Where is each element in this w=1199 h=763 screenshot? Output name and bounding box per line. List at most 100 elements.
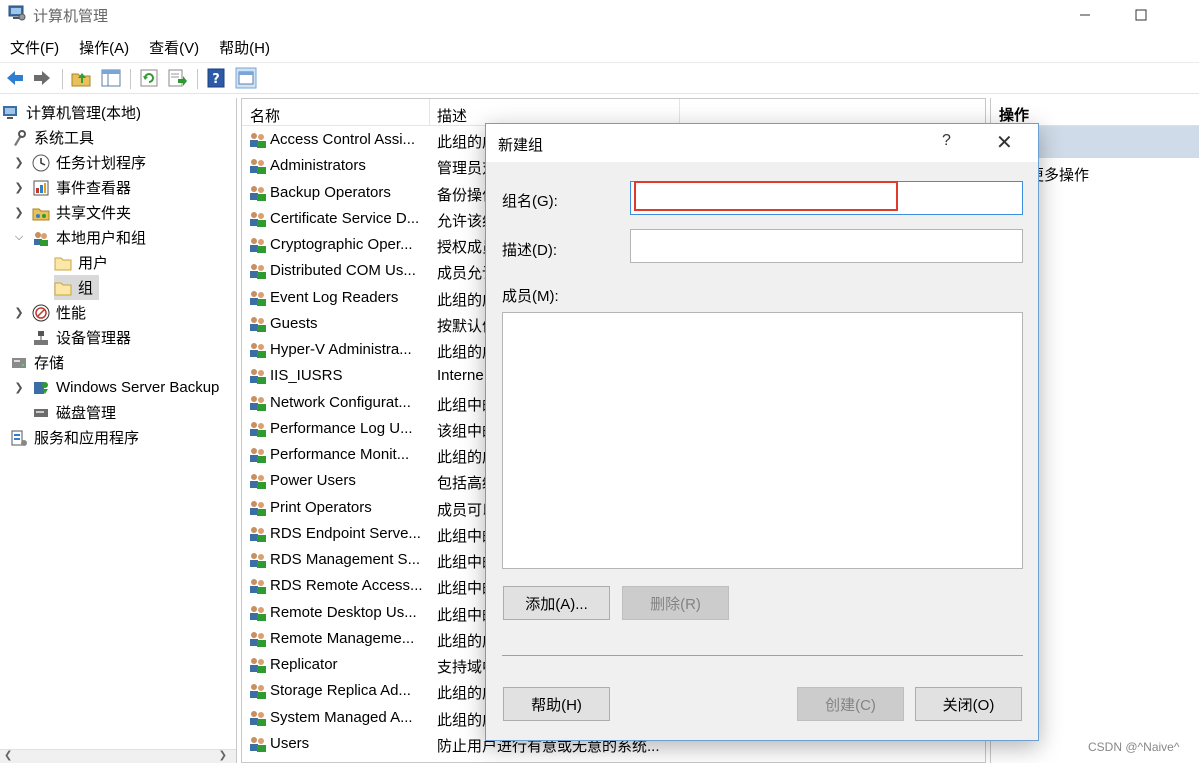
actions-header: 操作 [991, 98, 1199, 126]
group-icon [250, 579, 266, 595]
tree-item-services-apps[interactable]: 服务和应用程序 [10, 425, 139, 450]
group-name-cell: Backup Operators [270, 183, 391, 201]
group-icon [250, 736, 266, 752]
group-name-cell: Distributed COM Us... [270, 262, 416, 280]
group-icon [250, 159, 266, 175]
tree-item-label: 组 [78, 280, 94, 297]
group-name-cell: System Managed A... [270, 708, 413, 726]
minimize-icon [1080, 14, 1090, 16]
group-icon [250, 133, 266, 148]
group-icon [250, 448, 266, 463]
dialog-divider [502, 655, 1023, 656]
chevron-right-icon[interactable]: ❯ [12, 381, 26, 394]
scroll-left-icon[interactable]: ❮ [4, 750, 12, 761]
back-icon[interactable] [4, 67, 26, 89]
forward-icon[interactable] [31, 67, 53, 89]
group-name-cell: Print Operators [270, 498, 372, 516]
menu-help[interactable]: 帮助(H) [209, 34, 280, 58]
group-name-label: 组名(G): [502, 193, 558, 210]
tree-item-shared-folders[interactable]: ❯ 共享文件夹 [12, 200, 131, 225]
performance-icon [32, 304, 50, 322]
chevron-right-icon[interactable]: ❯ [12, 306, 26, 319]
dialog-close-icon[interactable]: ✕ [996, 130, 1013, 155]
remove-member-button[interactable]: 删除(R) [622, 586, 729, 620]
tree-item-root[interactable]: 计算机管理(本地) [2, 100, 141, 125]
add-member-button[interactable]: 添加(A)... [503, 586, 610, 620]
group-name-cell: Administrators [270, 157, 366, 175]
group-icon [250, 421, 266, 437]
menu-action[interactable]: 操作(A) [69, 34, 139, 58]
tree-item-local-users-groups[interactable]: ⌵ 本地用户和组 [12, 225, 146, 250]
tree-item-users[interactable]: 用户 [54, 250, 108, 275]
group-name-cell: Remote Manageme... [270, 629, 415, 647]
tree-item-device-manager[interactable]: 设备管理器 [32, 325, 131, 350]
group-icon [250, 238, 266, 253]
tree-item-storage[interactable]: 存储 [10, 350, 64, 375]
tree-item-disk-management[interactable]: 磁盘管理 [32, 400, 116, 425]
column-header-name[interactable]: 名称 [250, 105, 280, 126]
menu-view[interactable]: 查看(V) [139, 34, 209, 58]
clock-icon [32, 154, 50, 172]
dialog-close-button[interactable]: 关闭(O) [915, 687, 1022, 721]
toolbar-separator [197, 69, 198, 89]
minimize-button[interactable] [1062, 0, 1108, 30]
chevron-down-icon[interactable]: ⌵ [12, 231, 26, 244]
column-divider[interactable] [679, 99, 680, 126]
tools-icon [10, 129, 28, 147]
description-input[interactable] [630, 229, 1023, 263]
group-icon [250, 474, 266, 490]
column-header-description[interactable]: 描述 [437, 105, 467, 126]
dialog-titlebar: 新建组 ? ✕ [486, 124, 1038, 162]
dialog-help-button[interactable]: 帮助(H) [503, 687, 610, 721]
backup-icon [32, 379, 50, 397]
group-icon [250, 553, 266, 568]
column-divider[interactable] [429, 99, 430, 126]
properties-icon[interactable] [235, 67, 257, 89]
chevron-right-icon[interactable]: ❯ [12, 181, 26, 194]
tree-item-system-tools[interactable]: 系统工具 [10, 125, 94, 150]
group-name-cell: Storage Replica Ad... [270, 682, 411, 700]
group-icon [250, 605, 266, 621]
group-name-cell: RDS Management S... [270, 551, 421, 568]
up-folder-icon[interactable] [70, 67, 92, 89]
folder-icon [54, 279, 72, 297]
tree-item-groups[interactable]: 组 [54, 275, 100, 300]
show-hide-tree-icon[interactable] [100, 67, 122, 89]
create-button[interactable]: 创建(C) [797, 687, 904, 721]
group-icon [250, 290, 266, 306]
members-listbox[interactable] [502, 312, 1023, 569]
chevron-right-icon[interactable]: ❯ [12, 206, 26, 219]
tree-horizontal-scrollbar[interactable]: ❮ ❯ [0, 749, 236, 763]
disk-management-icon [32, 404, 50, 422]
group-name-cell: RDS Remote Access... [270, 577, 423, 595]
tree-item-event-viewer[interactable]: ❯ 事件查看器 [12, 175, 131, 200]
new-group-dialog: 新建组 ? ✕ 组名(G): 描述(D): 成员(M): 添加(A)... 删除… [485, 123, 1039, 741]
tree-item-windows-server-backup[interactable]: ❯ Windows Server Backup [12, 375, 219, 400]
event-viewer-icon [32, 179, 50, 197]
group-icon [250, 369, 266, 385]
help-icon[interactable]: ? [205, 67, 227, 89]
group-name-cell: Access Control Assi... [270, 131, 416, 148]
chevron-right-icon[interactable]: ❯ [12, 156, 26, 169]
group-name-cell: Performance Log U... [270, 419, 413, 437]
group-name-cell: Certificate Service D... [270, 209, 420, 227]
refresh-icon[interactable] [138, 67, 160, 89]
tree-item-task-scheduler[interactable]: ❯ 任务计划程序 [12, 150, 146, 175]
description-label: 描述(D): [502, 242, 557, 259]
members-label: 成员(M): [502, 288, 559, 305]
tree-item-performance[interactable]: ❯ 性能 [12, 300, 86, 325]
watermark-text: CSDN @^Naive^ [1088, 740, 1180, 754]
menu-file[interactable]: 文件(F) [0, 34, 69, 58]
dialog-help-icon[interactable]: ? [942, 132, 951, 150]
tree-item-label: 共享文件夹 [56, 205, 132, 222]
toolbar: ? [0, 62, 1199, 94]
group-name-cell: Guests [270, 314, 318, 332]
scroll-right-icon[interactable]: ❯ [219, 750, 227, 761]
export-list-icon[interactable] [166, 67, 188, 89]
tree-item-label: Windows Server Backup [56, 379, 220, 396]
tree-item-label: 计算机管理(本地) [26, 105, 141, 122]
tree-item-label: 本地用户和组 [56, 230, 147, 247]
maximize-button[interactable] [1118, 0, 1164, 30]
group-name-cell: Power Users [270, 472, 356, 490]
navigation-tree: 计算机管理(本地) 系统工具 ❯ 任务计划程序 ❯ 事件查看器 ❯ 共享文件夹 … [0, 98, 237, 763]
